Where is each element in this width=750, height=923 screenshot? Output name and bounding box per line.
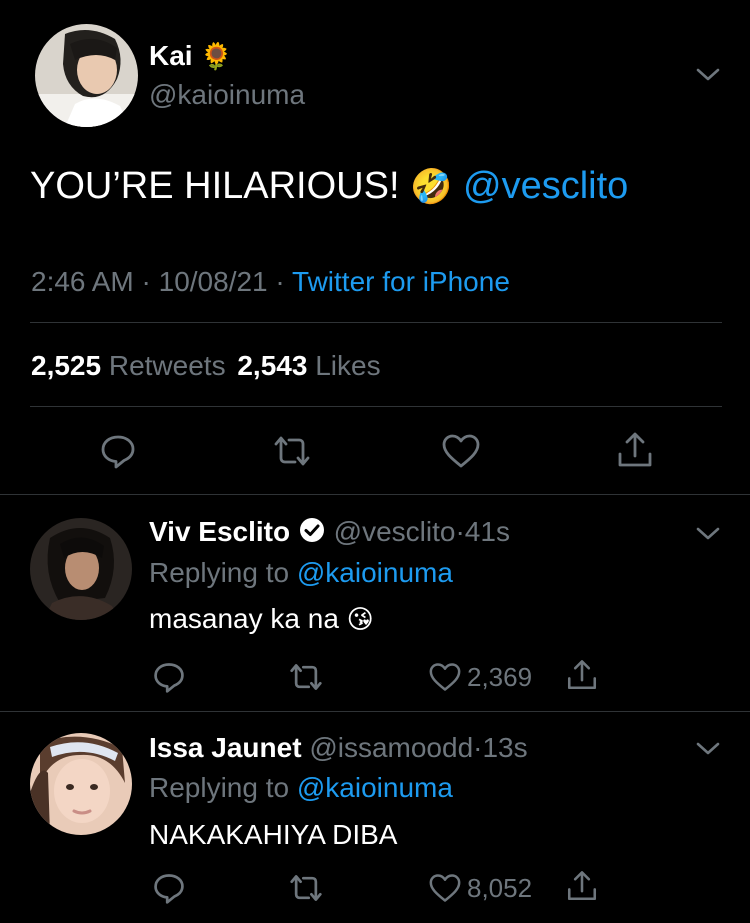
reply-icon[interactable] [99, 432, 137, 470]
like-count: 2,369 [467, 662, 533, 692]
like-icon[interactable] [441, 433, 481, 469]
kiss-emoji: 😘 [346, 604, 374, 634]
retweets-label: Retweets [108, 350, 226, 381]
likes-count: 2,543 [237, 350, 308, 381]
replying-to-link[interactable]: @kaioinuma [297, 557, 453, 588]
like-icon[interactable] [428, 662, 462, 692]
reply-dot: · [455, 516, 465, 547]
replying-to: Replying to @kaioinuma [149, 557, 453, 589]
avatar-kai[interactable] [35, 24, 138, 127]
reply-text: NAKAKAHIYA DIBA [149, 819, 398, 850]
meta-separator: · [275, 266, 285, 297]
like-count: 8,052 [467, 873, 533, 903]
author-handle[interactable]: @kaioinuma [149, 79, 305, 111]
divider [0, 711, 750, 712]
likes-label: Likes [315, 350, 381, 381]
avatar-viv[interactable] [30, 518, 132, 620]
reply-icon[interactable] [152, 871, 186, 905]
author-name-text[interactable]: Kai [149, 40, 193, 71]
reply-header: Issa Jaunet @issamoodd·13s [149, 732, 528, 764]
retweets-count: 2,525 [31, 350, 102, 381]
retweets-stat[interactable]: 2,525 Retweets [31, 350, 233, 381]
reply-icon[interactable] [152, 660, 186, 694]
rofl-emoji: 🤣 [410, 168, 453, 206]
tweet-text: YOU’RE HILARIOUS! 🤣 @vesclito [30, 164, 628, 209]
avatar-issa[interactable] [30, 733, 132, 835]
chevron-down-icon[interactable] [694, 524, 722, 544]
retweet-icon[interactable] [272, 432, 312, 470]
tweet-stats: 2,525 Retweets 2,543 Likes [31, 350, 381, 382]
divider [30, 322, 722, 323]
share-icon[interactable] [615, 430, 655, 470]
reply-header: Viv Esclito @vesclito·41s [149, 516, 510, 551]
share-icon[interactable] [565, 869, 599, 903]
like-icon[interactable] [428, 873, 462, 903]
tweet-source-link[interactable]: Twitter for iPhone [292, 266, 510, 297]
chevron-down-icon[interactable] [694, 65, 722, 85]
divider [0, 494, 750, 495]
replying-to-label: Replying to [149, 772, 290, 803]
reply-handle[interactable]: @vesclito [334, 516, 456, 547]
chevron-down-icon[interactable] [694, 739, 722, 759]
replying-to: Replying to @kaioinuma [149, 772, 453, 804]
reply-author-name[interactable]: Viv Esclito [149, 516, 290, 547]
sunflower-emoji: 🌻 [200, 41, 233, 71]
tweet-time: 2:46 AM [31, 266, 134, 297]
reply-text: masanay ka na 😘 [149, 602, 374, 636]
tweet-text-body: YOU’RE HILARIOUS! [30, 165, 400, 207]
replying-to-label: Replying to [149, 557, 290, 588]
mention-link[interactable]: @vesclito [463, 165, 628, 207]
share-icon[interactable] [565, 658, 599, 692]
likes-stat[interactable]: 2,543 Likes [237, 350, 380, 381]
verified-badge-icon [298, 516, 326, 551]
tweet-meta: 2:46 AM · 10/08/21 · Twitter for iPhone [31, 266, 510, 298]
reply-time: 41s [464, 516, 510, 547]
meta-separator: · [141, 266, 151, 297]
reply-time: 13s [482, 732, 528, 763]
reply-handle[interactable]: @issamoodd [309, 732, 473, 763]
reply-text-body: masanay ka na [149, 603, 339, 634]
tweet-date: 10/08/21 [158, 266, 268, 297]
reply-author-name[interactable]: Issa Jaunet [149, 732, 302, 763]
divider [30, 406, 722, 407]
retweet-icon[interactable] [288, 660, 324, 694]
author-name[interactable]: Kai 🌻 [149, 40, 233, 72]
retweet-icon[interactable] [288, 871, 324, 905]
replying-to-link[interactable]: @kaioinuma [297, 772, 453, 803]
